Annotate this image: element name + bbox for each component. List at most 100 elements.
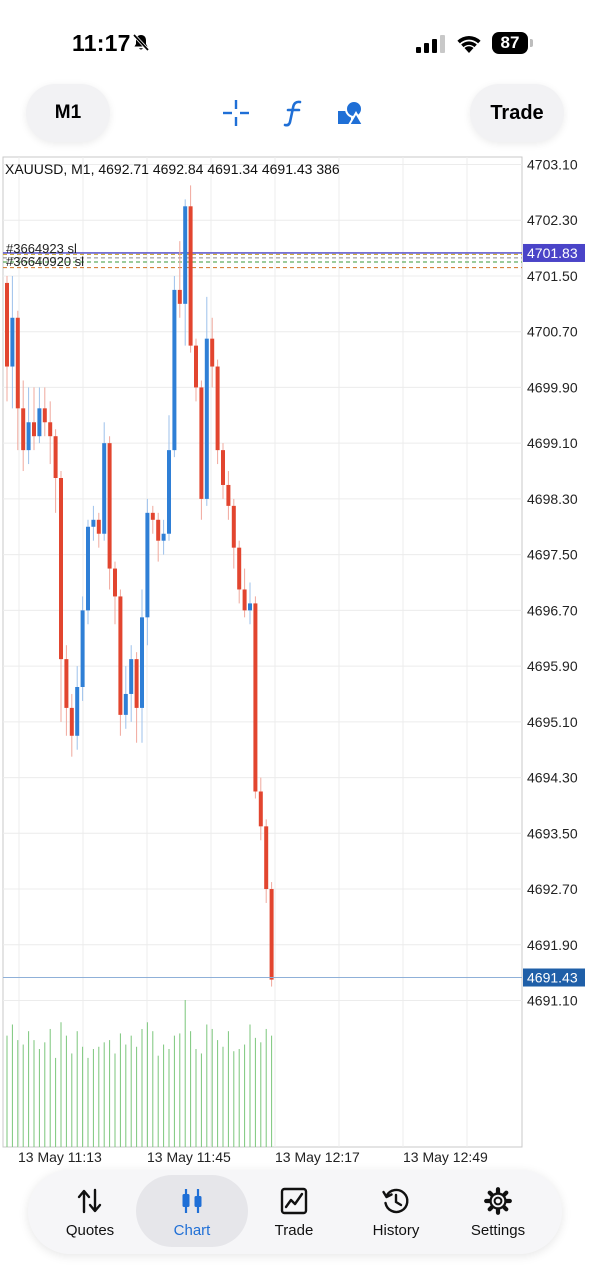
price-axis-label: 4695.90: [527, 658, 578, 674]
candle-body: [53, 436, 58, 478]
candle-body: [32, 422, 36, 437]
timeframe-button[interactable]: M1: [26, 84, 110, 142]
time-axis-label: 13 May 11:45: [147, 1149, 231, 1165]
price-axis-label: 4691.10: [527, 993, 578, 1009]
crosshair-icon[interactable]: [221, 98, 251, 128]
candle-body: [194, 345, 198, 388]
price-chart[interactable]: 4703.10 4702.30 4701.50 4700.70 4699.90 4699.…: [0, 155, 589, 1170]
objects-icon[interactable]: [335, 98, 365, 128]
candle-body: [258, 791, 263, 827]
candle-body: [215, 366, 220, 451]
candle-body: [91, 519, 96, 527]
candle-body: [5, 282, 9, 367]
candle-body: [242, 589, 247, 611]
price-axis-label: 4699.90: [527, 379, 578, 395]
candle-body: [140, 617, 144, 708]
chart-info-line: XAUUSD, M1, 4692.71 4692.84 4691.34 4691…: [5, 161, 340, 177]
cellular-signal-icon: [416, 35, 445, 53]
price-axis-label: 4697.50: [527, 547, 578, 563]
candle-body: [26, 422, 31, 451]
candle-body: [221, 450, 225, 485]
candle-body: [226, 484, 231, 506]
history-icon: [382, 1188, 409, 1214]
price-axis-label: 4695.10: [527, 714, 578, 730]
price-axis-label: 4696.70: [527, 602, 578, 618]
time-axis-label: 13 May 11:13: [18, 1149, 102, 1165]
battery-level: 87: [492, 32, 528, 54]
nav-quotes-label: Quotes: [65, 1222, 115, 1239]
candle-body: [167, 450, 171, 534]
candle-body: [42, 408, 47, 423]
price-axis-label: 4702.30: [527, 212, 578, 228]
price-axis-label: 4699.10: [527, 435, 578, 451]
candle-body: [21, 408, 26, 451]
candle-body: [37, 408, 42, 437]
candle-body: [75, 687, 80, 736]
price-axis-label: 4701.50: [527, 268, 578, 284]
price-axis-label: 4703.10: [527, 157, 578, 173]
candle-body: [118, 596, 123, 715]
nav-history[interactable]: History: [344, 1170, 448, 1254]
candle-body: [134, 659, 139, 708]
candle-body: [237, 547, 242, 590]
candle-body: [204, 338, 209, 499]
time-axis-label: 13 May 12:49: [403, 1149, 488, 1165]
candle-body: [253, 603, 258, 792]
candle-body: [156, 519, 161, 541]
candle-body: [199, 387, 204, 499]
candle-body: [188, 206, 193, 346]
price-axis-label: 4700.70: [527, 324, 578, 340]
candle-body: [150, 512, 155, 520]
candle-body: [145, 512, 150, 618]
price-axis-label: 4692.70: [527, 881, 578, 897]
candle-body: [172, 289, 177, 451]
status-bar: 11:17 87: [0, 0, 589, 80]
time-axis-label: 13 May 12:17: [275, 1149, 360, 1165]
nav-chart[interactable]: Chart: [136, 1175, 248, 1247]
nav-trade[interactable]: Trade: [242, 1170, 346, 1254]
candle-body: [129, 659, 134, 694]
indicators-icon[interactable]: [279, 98, 309, 128]
candle-body: [10, 317, 15, 367]
price-axis-label: 4691.90: [527, 937, 578, 953]
candle-body: [123, 693, 128, 715]
trade-icon: [280, 1187, 308, 1215]
candle-body: [107, 443, 112, 569]
nav-history-label: History: [372, 1222, 420, 1239]
candle-body: [86, 526, 90, 611]
candle-body: [96, 519, 101, 534]
candle-body: [64, 659, 69, 708]
quotes-icon: [77, 1188, 102, 1214]
nav-chart-label: Chart: [173, 1222, 211, 1239]
candle-body: [264, 826, 269, 890]
trade-button[interactable]: Trade: [470, 84, 564, 142]
candle-body: [69, 707, 74, 736]
nav-quotes[interactable]: Quotes: [38, 1170, 142, 1254]
candle-body: [113, 568, 117, 597]
candle-body: [15, 317, 20, 409]
bell-off-icon: [132, 33, 150, 52]
bottom-nav: Quotes Chart Trade History Settings: [28, 1170, 562, 1254]
nav-trade-label: Trade: [274, 1222, 314, 1239]
candle-body: [102, 443, 107, 534]
battery-cap: [530, 39, 533, 47]
settings-icon: [484, 1187, 512, 1215]
battery-icon: 87: [492, 32, 534, 54]
wifi-icon: [457, 35, 481, 53]
status-time: 11:17: [72, 30, 131, 56]
candle-body: [161, 533, 166, 541]
nav-settings-label: Settings: [470, 1222, 526, 1239]
candle-body: [48, 422, 53, 437]
candle-body: [80, 610, 85, 687]
candle-body: [248, 603, 252, 611]
ask-price-label: 4701.83: [527, 245, 578, 261]
candle-body: [269, 889, 274, 980]
price-axis-label: 4694.30: [527, 770, 578, 786]
candle-body: [59, 478, 63, 660]
order-sl-label-2: #36640920 sl: [6, 254, 85, 269]
candle-body: [210, 338, 215, 367]
chart-icon: [182, 1189, 202, 1213]
price-axis-label: 4698.30: [527, 491, 578, 507]
bid-price-label: 4691.43: [527, 970, 578, 986]
nav-settings[interactable]: Settings: [446, 1170, 550, 1254]
